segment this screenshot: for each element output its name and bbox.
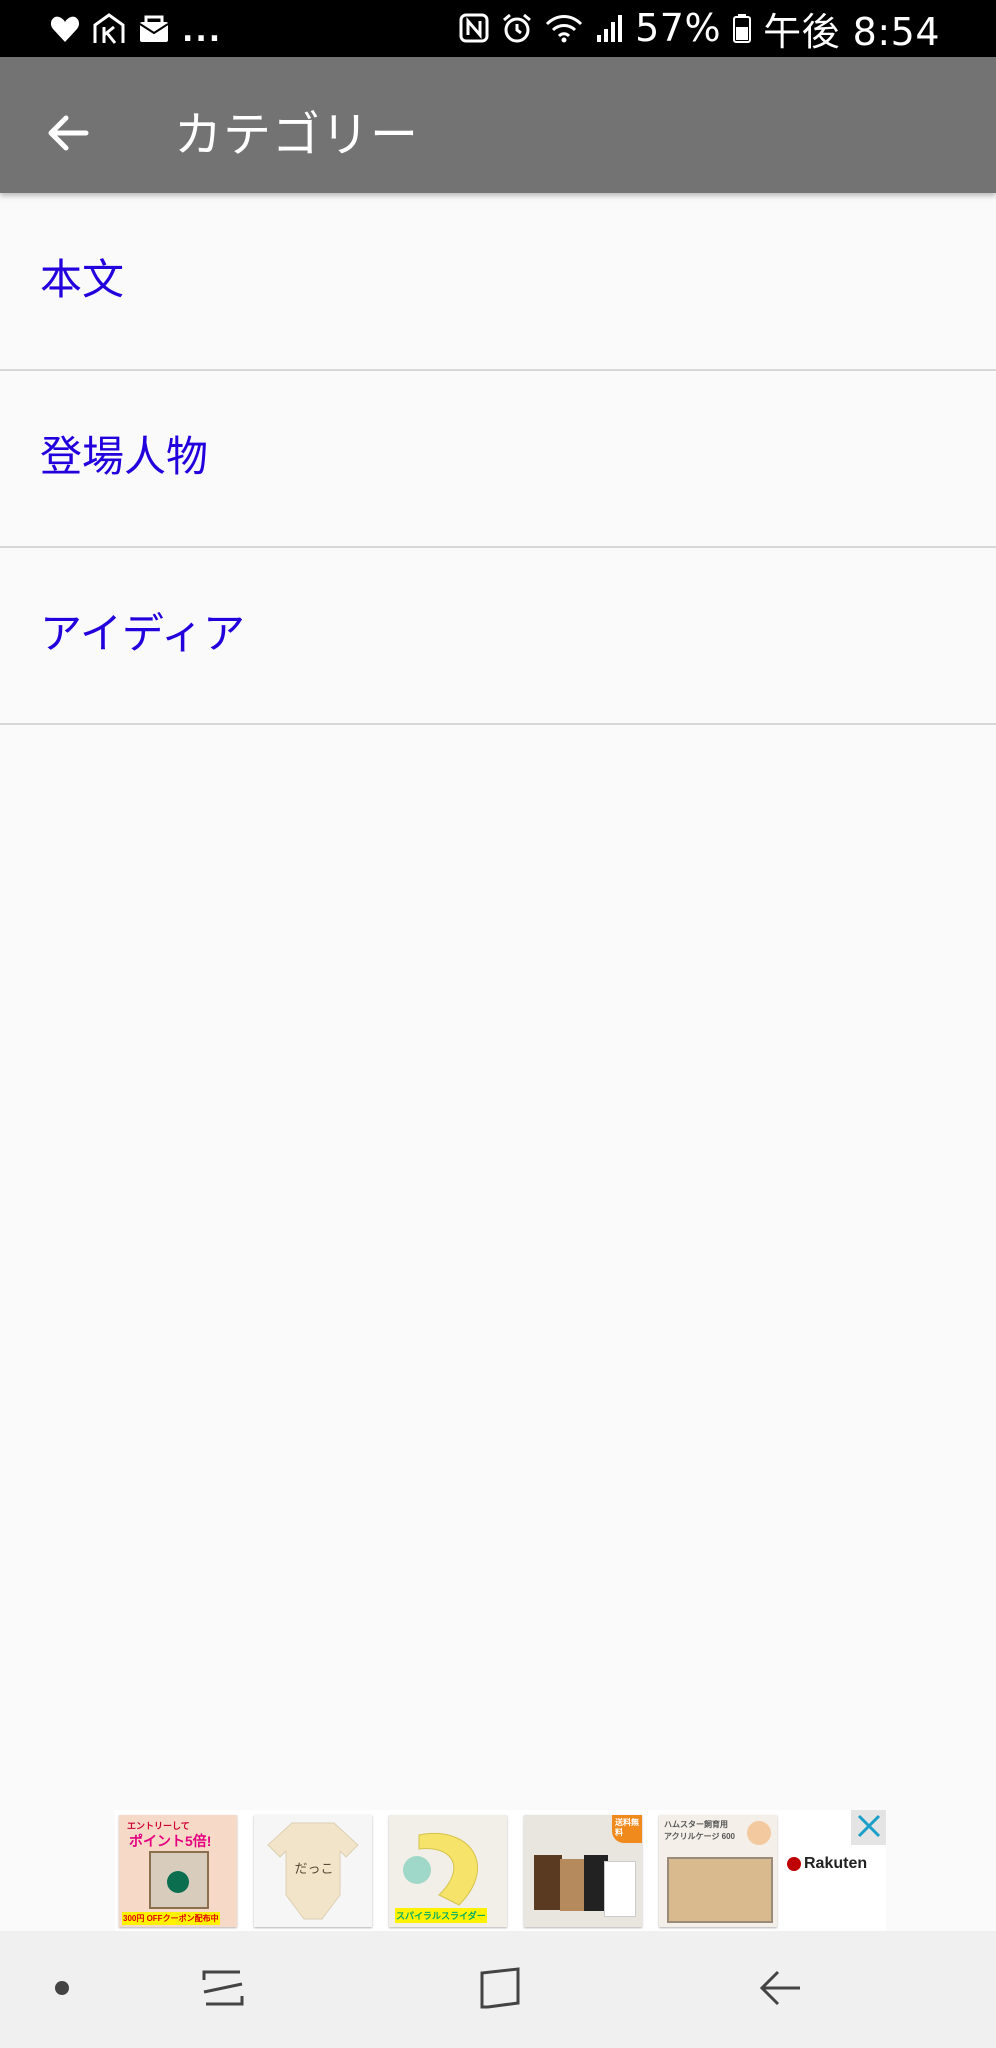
alarm-icon	[501, 12, 533, 44]
battery-percent: 57%	[635, 6, 722, 50]
back-button[interactable]	[30, 97, 106, 173]
status-right: 57% 午後 8:54	[459, 6, 940, 54]
ad-thumb-1[interactable]: エントリーして ポイント5倍! 300円 OFFクーポン配布中	[119, 1814, 237, 1927]
ad-thumb-text-bottom: 300円 OFFクーポン配布中	[122, 1911, 220, 1925]
ad-banner[interactable]: エントリーして ポイント5倍! 300円 OFFクーポン配布中 だっこ スパイラ…	[115, 1810, 886, 1931]
status-bar: ... 57% 午後 8:54	[0, 0, 996, 57]
category-list: 本文 登場人物 アイディア	[0, 194, 996, 725]
rakuten-mark-icon	[787, 1857, 801, 1871]
navigation-bar	[0, 1931, 996, 2048]
ad-thumb-text-top: ハムスター飼育用	[664, 1819, 728, 1829]
clock: 午後 8:54	[763, 9, 940, 54]
app-icon	[92, 13, 126, 45]
status-left: ...	[50, 8, 222, 50]
page-title: カテゴリー	[174, 107, 420, 163]
baby-romper-image: だっこ	[267, 1822, 359, 1919]
ad-thumb-text-bottom: スパイラルスライダー	[395, 1907, 487, 1923]
category-label: 本文	[40, 255, 125, 304]
ad-thumb-3[interactable]: スパイラルスライダー	[389, 1814, 507, 1927]
category-label: アイディア	[40, 609, 245, 658]
nav-dot-button[interactable]	[30, 1931, 94, 2048]
signal-icon	[595, 13, 623, 43]
ad-close-button[interactable]	[851, 1810, 886, 1845]
ad-brand-label: Rakuten	[804, 1855, 868, 1872]
ad-thumb-text-mid: ポイント5倍!	[129, 1832, 212, 1849]
category-label: 登場人物	[40, 432, 209, 481]
ad-thumb-4[interactable]: 送料無料	[524, 1814, 642, 1927]
app-bar: カテゴリー	[0, 57, 996, 193]
category-item-ideas[interactable]: アイディア	[0, 548, 996, 725]
nfc-icon	[459, 13, 489, 43]
svg-text:だっこ: だっこ	[294, 1862, 333, 1877]
heart-icon	[50, 15, 80, 43]
home-icon	[478, 1965, 524, 2015]
battery-icon	[733, 13, 752, 43]
category-item-honbun[interactable]: 本文	[0, 194, 996, 371]
ad-thumb-text-mid: アクリルケージ 600	[664, 1831, 736, 1841]
recents-icon	[200, 1968, 246, 2012]
system-back-button[interactable]	[740, 1931, 822, 2048]
dot-icon	[53, 1979, 71, 2001]
recents-button[interactable]	[182, 1931, 264, 2048]
ad-thumb-5[interactable]: ハムスター飼育用 アクリルケージ 600	[659, 1814, 777, 1927]
wifi-icon	[545, 12, 583, 44]
rakuten-logo: Rakuten	[787, 1855, 867, 1873]
ad-product-box	[149, 1850, 209, 1909]
overflow-indicator: ...	[182, 13, 223, 49]
ad-thumb-text-top: 送料無料	[615, 1817, 639, 1837]
arrow-left-icon	[46, 113, 90, 157]
ad-thumb-2[interactable]: だっこ	[254, 1814, 372, 1927]
category-item-characters[interactable]: 登場人物	[0, 371, 996, 548]
back-icon	[758, 1968, 804, 2012]
close-icon	[856, 1813, 882, 1843]
mail-icon	[138, 14, 170, 44]
home-button[interactable]	[460, 1931, 542, 2048]
